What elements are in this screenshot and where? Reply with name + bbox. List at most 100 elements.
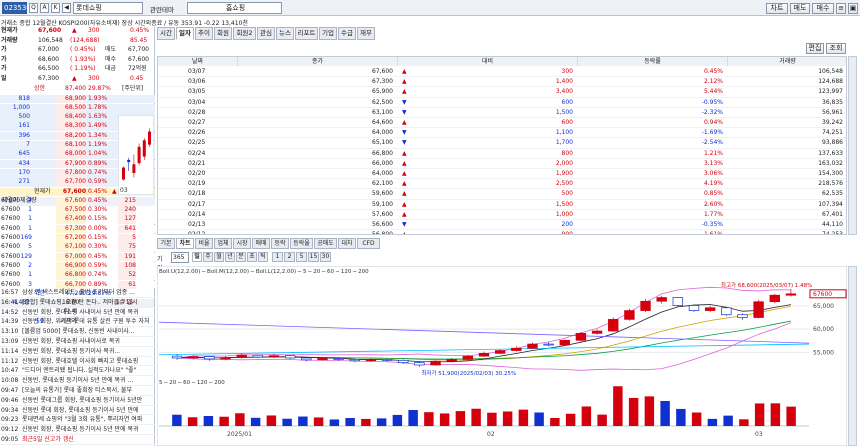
chart-tab-시장[interactable]: 시장 [233,238,251,249]
news-item[interactable]: 11:12 신동빈 회장, 롯데호텔 이사회 빠지고 롯데쇼핑 [0,357,155,367]
tab-재무[interactable]: 재무 [357,27,375,40]
table-scrollbar[interactable] [848,56,857,235]
stock-code-input[interactable]: 023530 [2,2,31,14]
news-item[interactable]: 13:09 신동빈 회장, 롯데쇼핑 사내이사로 복귀 [0,337,155,347]
tab-추이[interactable]: 추이 [195,27,213,40]
table-row[interactable]: 02/28 63,100 ▼ 1,500 -2.32% 56,961 [158,108,846,118]
news-item[interactable]: 11:14 신동빈 회장, 롯데쇼핑 등기이사 복귀... [0,347,155,357]
tab-일자[interactable]: 일자 [176,27,194,40]
table-row[interactable]: 02/13 56,600 ▼ 200 -0.35% 44,110 [158,220,846,231]
news-item[interactable]: 09:05 최근5일 신고가 갱신 [0,435,155,445]
news-item[interactable]: 09:12 신동빈 회장, 롯데쇼핑 등기이사 5년 만에 복귀 [0,425,155,435]
table-row[interactable]: 02/17 59,100 ▲ 1,500 2.60% 107,394 [158,200,846,210]
minute-1[interactable]: 1 [272,252,283,262]
table-row[interactable]: 03/04 62,500 ▼ 600 -0.95% 36,835 [158,98,846,108]
bid-row[interactable]: 67600 5 67,100 0.30% 75 [0,243,155,253]
table-row[interactable]: 03/05 65,900 ▲ 3,400 5.44% 123,997 [158,87,846,98]
unit-년[interactable]: 년 [225,252,235,262]
chart-tab-매매[interactable]: 매매 [252,238,270,249]
table-row[interactable]: 02/18 59,600 ▲ 500 0.85% 62,535 [158,189,846,200]
ask-row[interactable]: 1,000 68,500 1.78% [0,103,155,113]
news-item[interactable]: 10:47 "드디어 엔트리됐 됩니다..실적도가나요" "좋" [0,366,155,377]
news-item[interactable]: 16:57 삼성 면 넥스트레이드, 출범 초기부터 업종 ... [0,288,155,298]
news-item[interactable]: 14:39 신동빈 회장, 위기의 롯데 유통 살린 구원 투수 자처 [0,317,155,328]
news-item[interactable]: 09:23 롯데면세 쇼핑의 "3월 3회 유통", 뿌리자연 여파 [0,415,155,426]
chart-tab-등락율[interactable]: 등락율 [290,238,313,249]
table-row[interactable]: 02/24 66,800 ▲ 800 1.21% 137,633 [158,149,846,159]
window-icon[interactable]: ▣ [848,3,858,14]
grid-header-2[interactable]: 대비 [398,57,578,66]
table-row[interactable]: 02/21 66,000 ▲ 2,000 3.13% 163,032 [158,159,846,169]
bid-row[interactable]: 67600 129 67,000 0.45% 191 [0,252,155,262]
tab-관심[interactable]: 관심 [257,27,275,40]
news-item[interactable]: 09:46 신동빈 롯데그룹 회장, 롯데쇼핑 등기이사 5년만 [0,396,155,406]
news-item[interactable]: 16:41 [종합] 롯데쇼핑, 고환 탄 돈다.. 저마들수 일시 [0,298,155,308]
query-button[interactable]: 조회 [826,43,846,54]
tab-시간[interactable]: 시간 [157,27,175,40]
chart-tab-CFD[interactable]: CFD [357,238,380,249]
period-input[interactable]: 365 [171,252,189,263]
bid-row[interactable]: 67600 2 66,900 0.59% 108 [0,261,155,271]
unit-일[interactable]: 일 [192,252,202,262]
news-item[interactable]: 10:08 신동빈, 롯데쇼핑 등기이사 5년 만에 복귀 ... [0,376,155,386]
k-button[interactable]: K [51,3,60,13]
stock-name-field[interactable]: 롯데쇼핑 [73,2,143,14]
menu-icon[interactable]: ≡ [836,3,846,14]
tab-리포트[interactable]: 리포트 [295,27,318,40]
minute-5[interactable]: 5 [296,252,307,262]
prev-icon[interactable]: ◀ [62,3,71,13]
minute-15[interactable]: 15 [308,252,319,262]
unit-월[interactable]: 월 [214,252,224,262]
table-row[interactable]: 03/06 67,300 ▲ 1,400 2.12% 124,688 [158,77,846,88]
bid-row[interactable]: 67600 169 67,200 0.15% 5 [0,234,155,243]
tab-수급[interactable]: 수급 [338,27,356,40]
table-row[interactable]: 02/12 56,800 ▲ 900 1.61% 74,253 [158,230,846,234]
theme-select[interactable]: 홈쇼핑 [187,2,282,14]
news-item[interactable]: 13:10 [볼륨업 5000] 롯데쇼핑, 신동빈 사내이사... [0,327,155,337]
table-row[interactable]: 02/27 64,600 ▲ 600 0.94% 39,242 [158,118,846,129]
grid-header-3[interactable]: 등락률 [578,57,728,66]
tab-회원[interactable]: 회원 [214,27,232,40]
chart-tab-대차[interactable]: 대차 [338,238,356,249]
unit-초[interactable]: 초 [247,252,257,262]
ask-row[interactable]: 818 68,900 1.93% [0,94,155,104]
bid-row[interactable]: 67600 4 67,600 0.45% 215 [0,196,155,206]
table-row[interactable]: 02/20 64,000 ▲ 1,900 3.06% 154,300 [158,169,846,180]
chart-tab-차트[interactable]: 차트 [176,238,194,249]
table-row[interactable]: 02/14 57,600 ▲ 1,000 1.77% 67,401 [158,210,846,220]
minute-2[interactable]: 2 [284,252,295,262]
tab-뉴스[interactable]: 뉴스 [276,27,294,40]
bid-row[interactable]: 67600 1 67,400 0.15% 127 [0,215,155,225]
chart-button[interactable]: 차트 [766,3,788,14]
candlestick-chart[interactable]: 55,000 60,000 65,000 Boll.U(12,2.00) ─ Boll… [157,266,847,446]
unit-분[interactable]: 분 [236,252,246,262]
chart-tab-기본[interactable]: 기본 [157,238,175,249]
chart-scrollbar[interactable] [848,266,857,446]
bid-row[interactable]: 67600 1 67,500 0.30% 240 [0,206,155,215]
grid-header-4[interactable]: 거래량 [728,57,846,66]
grid-header-0[interactable]: 날짜 [158,57,238,66]
unit-주[interactable]: 주 [203,252,213,262]
news-item[interactable]: 09:47 [오늘의 유통가] 롯데 좋회장 티스북서, 불부 [0,386,155,396]
news-item[interactable]: 14:52 신동빈 회장, 롯데쇼핑 사내이사 5년 만에 복귀 [0,308,155,318]
grid-header-1[interactable]: 종가 [238,57,398,66]
unit-틱[interactable]: 틱 [258,252,268,262]
minute-30[interactable]: 30 [320,252,331,262]
table-row[interactable]: 02/25 65,100 ▼ 1,700 -2.54% 93,886 [158,138,846,149]
chart-tab-공매도[interactable]: 공매도 [314,238,337,249]
bid-row[interactable]: 67600 1 66,800 0.74% 52 [0,271,155,280]
table-row[interactable]: 03/07 67,600 ▲ 300 0.45% 106,548 [158,67,846,78]
tab-회원2[interactable]: 회원2 [233,27,256,40]
chart-tab-업체[interactable]: 업체 [214,238,232,249]
search-icon[interactable]: Q [29,3,38,13]
news-item[interactable]: 09:34 신동빈 롯데 회장, 롯데쇼핑 등기이사 5년 만에 [0,406,155,416]
table-row[interactable]: 02/19 62,100 ▲ 2,500 4.19% 218,576 [158,179,846,190]
chart-tab-등락[interactable]: 등락 [271,238,289,249]
sell-button[interactable]: 매도 [790,3,810,14]
bid-row[interactable]: 67600 1 67,300 0.00% 641 [0,224,155,234]
buy-button[interactable]: 매수 [812,3,834,14]
tab-기업[interactable]: 기업 [319,27,337,40]
a-button[interactable]: A [40,3,49,13]
table-row[interactable]: 02/26 64,000 ▼ 1,100 -1.69% 74,251 [158,128,846,139]
chart-tab-비율[interactable]: 비율 [195,238,213,249]
